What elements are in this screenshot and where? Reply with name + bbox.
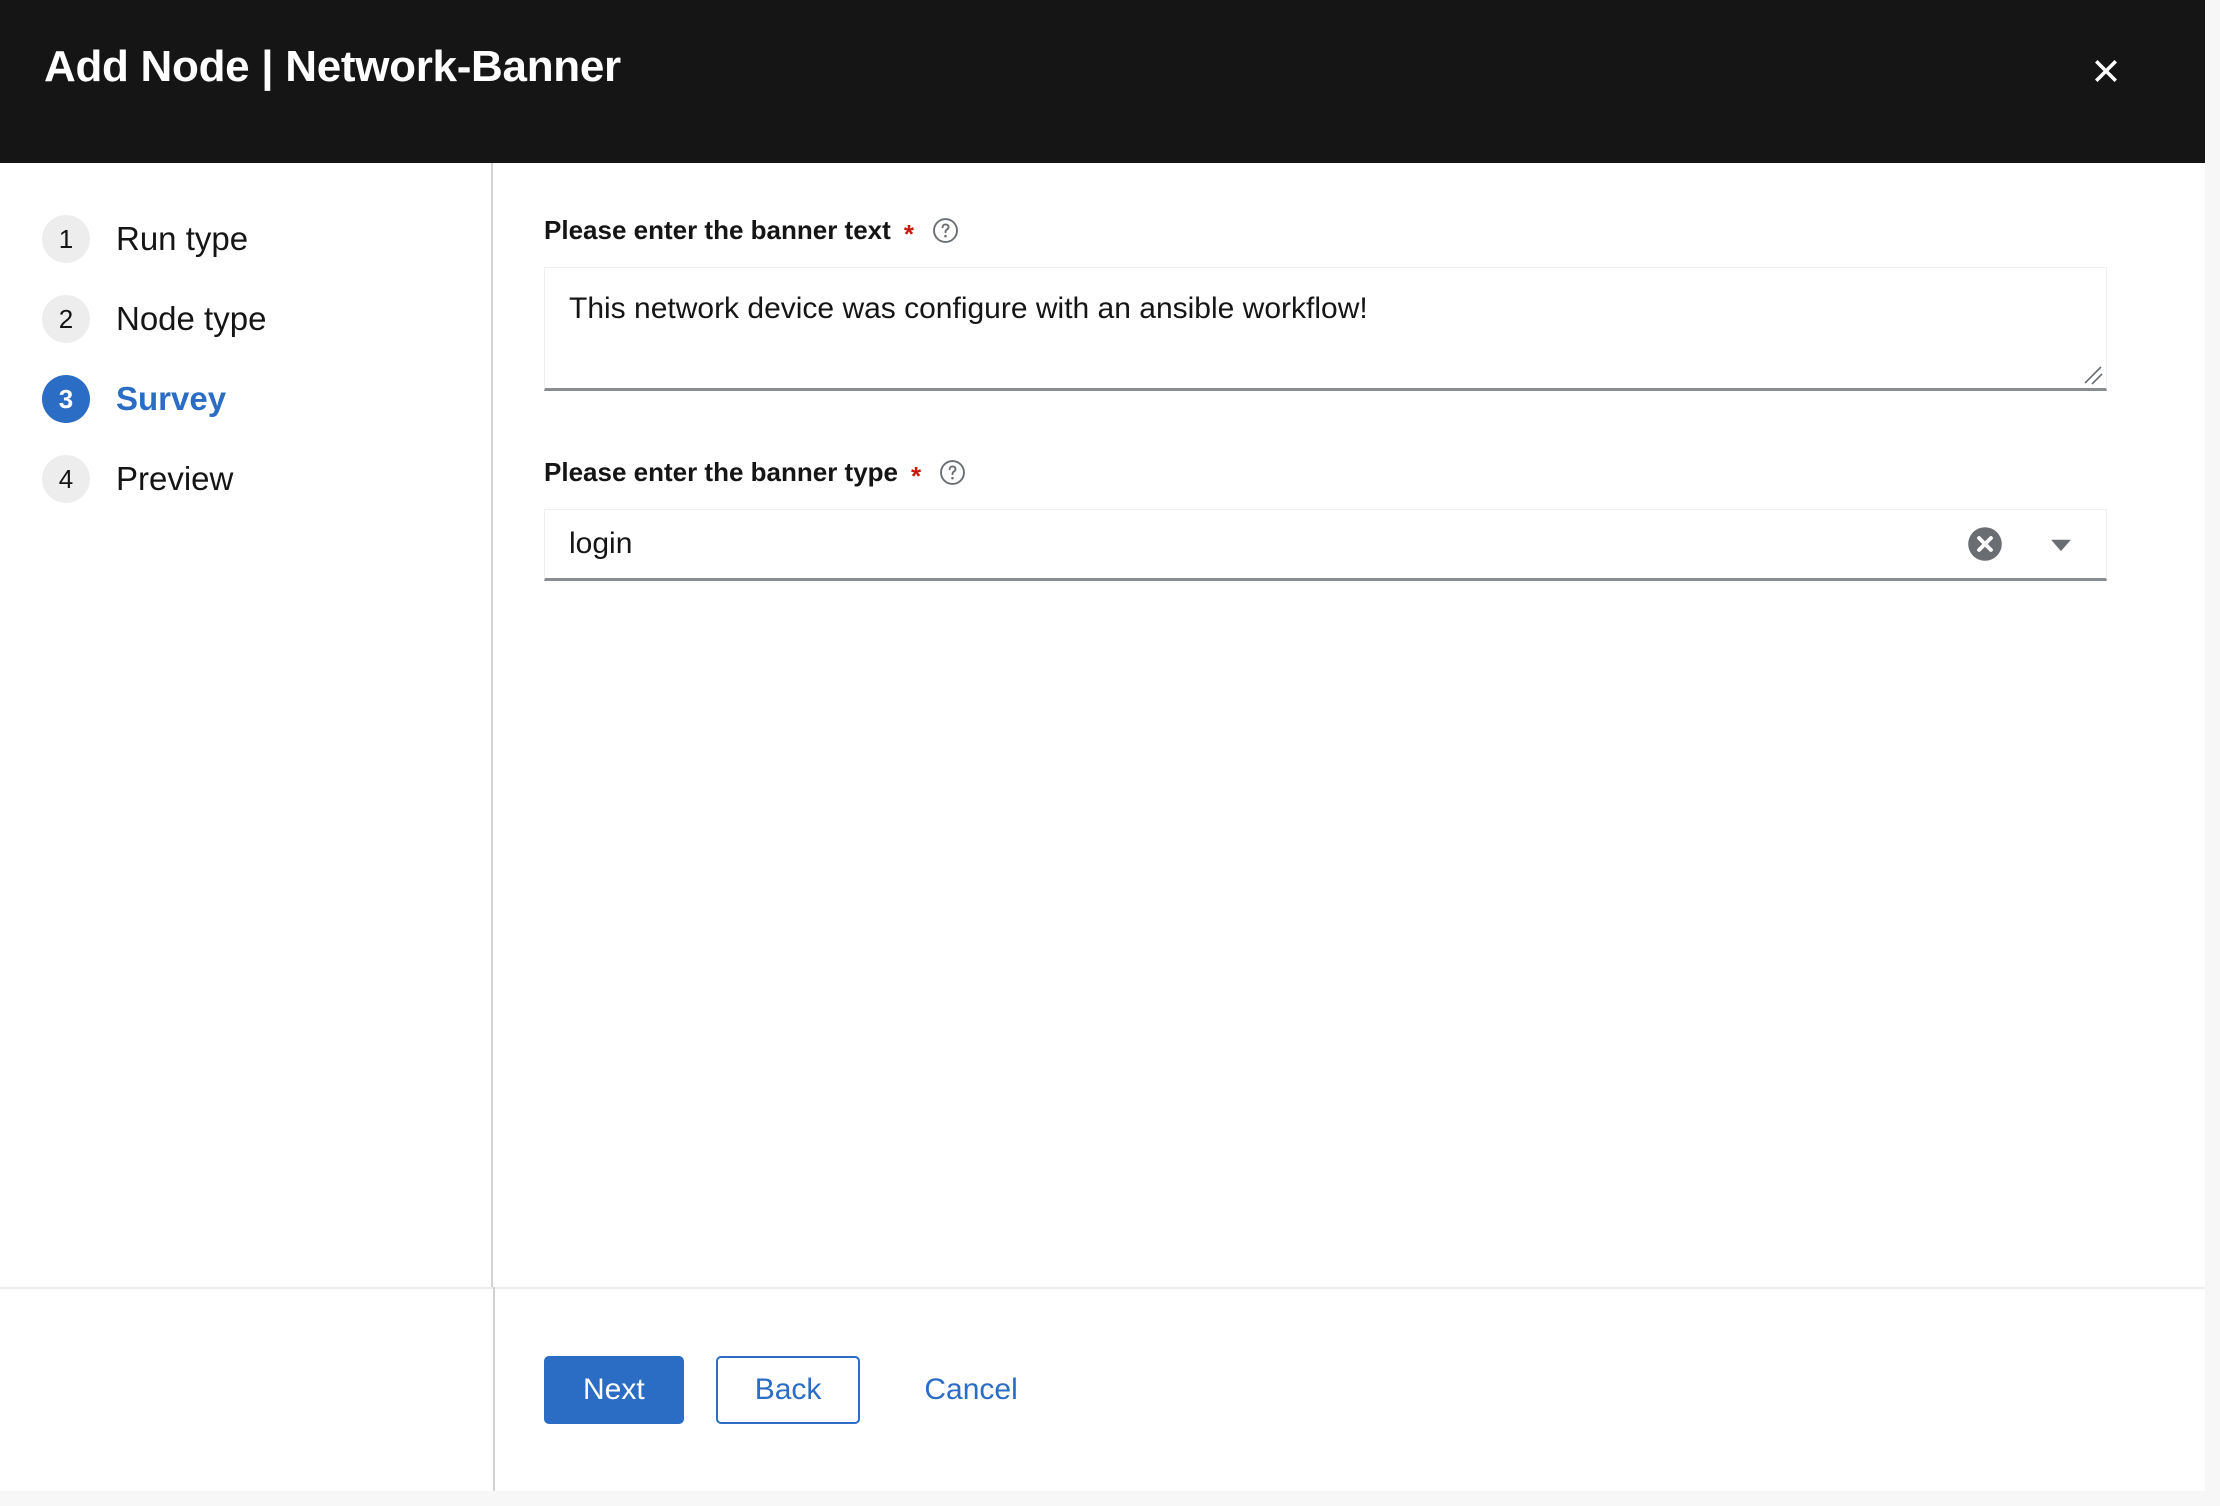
back-button[interactable]: Back [715,1356,861,1424]
step-number-badge: 2 [42,295,90,343]
step-number-badge: 4 [42,455,90,503]
banner-text-textarea[interactable]: This network device was configure with a… [544,267,2107,391]
banner-text-label-row: Please enter the banner text * [544,215,2107,249]
textarea-resize-handle[interactable] [2082,364,2104,386]
required-asterisk: * [911,460,922,491]
modal-footer: Next Back Cancel [0,1287,2205,1491]
sidebar-item-label: Survey [116,380,227,417]
sidebar-item-survey[interactable]: 3 Survey [0,359,491,439]
banner-type-value: login [569,527,633,560]
banner-type-label: Please enter the banner type [544,457,899,487]
help-circle-icon[interactable] [932,217,959,244]
page-title: Add Node | Network-Banner [44,42,621,91]
modal-header: Add Node | Network-Banner [0,0,2205,163]
banner-type-label-row: Please enter the banner type * [544,457,2107,491]
sidebar-item-run-type[interactable]: 1 Run type [0,199,491,279]
required-asterisk: * [903,218,914,249]
wizard-steps-nav: 1 Run type 2 Node type 3 Survey 4 Previe… [0,163,493,1287]
step-number-badge: 3 [42,375,90,423]
banner-type-field-group: Please enter the banner type * login [544,457,2107,581]
survey-form: Please enter the banner text * This netw… [493,163,2205,1287]
sidebar-item-label: Run type [116,220,249,257]
clear-circle-icon[interactable] [1964,523,2006,565]
add-node-wizard-modal: Add Node | Network-Banner 1 Run type 2 N… [0,0,2205,1491]
modal-body: 1 Run type 2 Node type 3 Survey 4 Previe… [0,163,2205,1287]
banner-type-select[interactable]: login [544,509,2107,581]
sidebar-item-label: Preview [116,460,234,497]
banner-text-value: This network device was configure with a… [569,292,1368,325]
close-icon [2086,51,2126,91]
next-button[interactable]: Next [544,1356,684,1424]
chevron-down-icon[interactable] [2044,527,2078,561]
cancel-button[interactable]: Cancel [908,1357,1033,1423]
banner-text-field-group: Please enter the banner text * This netw… [544,215,2107,391]
footer-sidebar-divider [493,1287,495,1491]
close-button[interactable] [2079,44,2133,98]
help-circle-icon[interactable] [939,459,966,486]
step-number-badge: 1 [42,215,90,263]
sidebar-item-node-type[interactable]: 2 Node type [0,279,491,359]
sidebar-item-label: Node type [116,300,267,337]
sidebar-item-preview[interactable]: 4 Preview [0,439,491,519]
banner-text-label: Please enter the banner text [544,215,891,245]
